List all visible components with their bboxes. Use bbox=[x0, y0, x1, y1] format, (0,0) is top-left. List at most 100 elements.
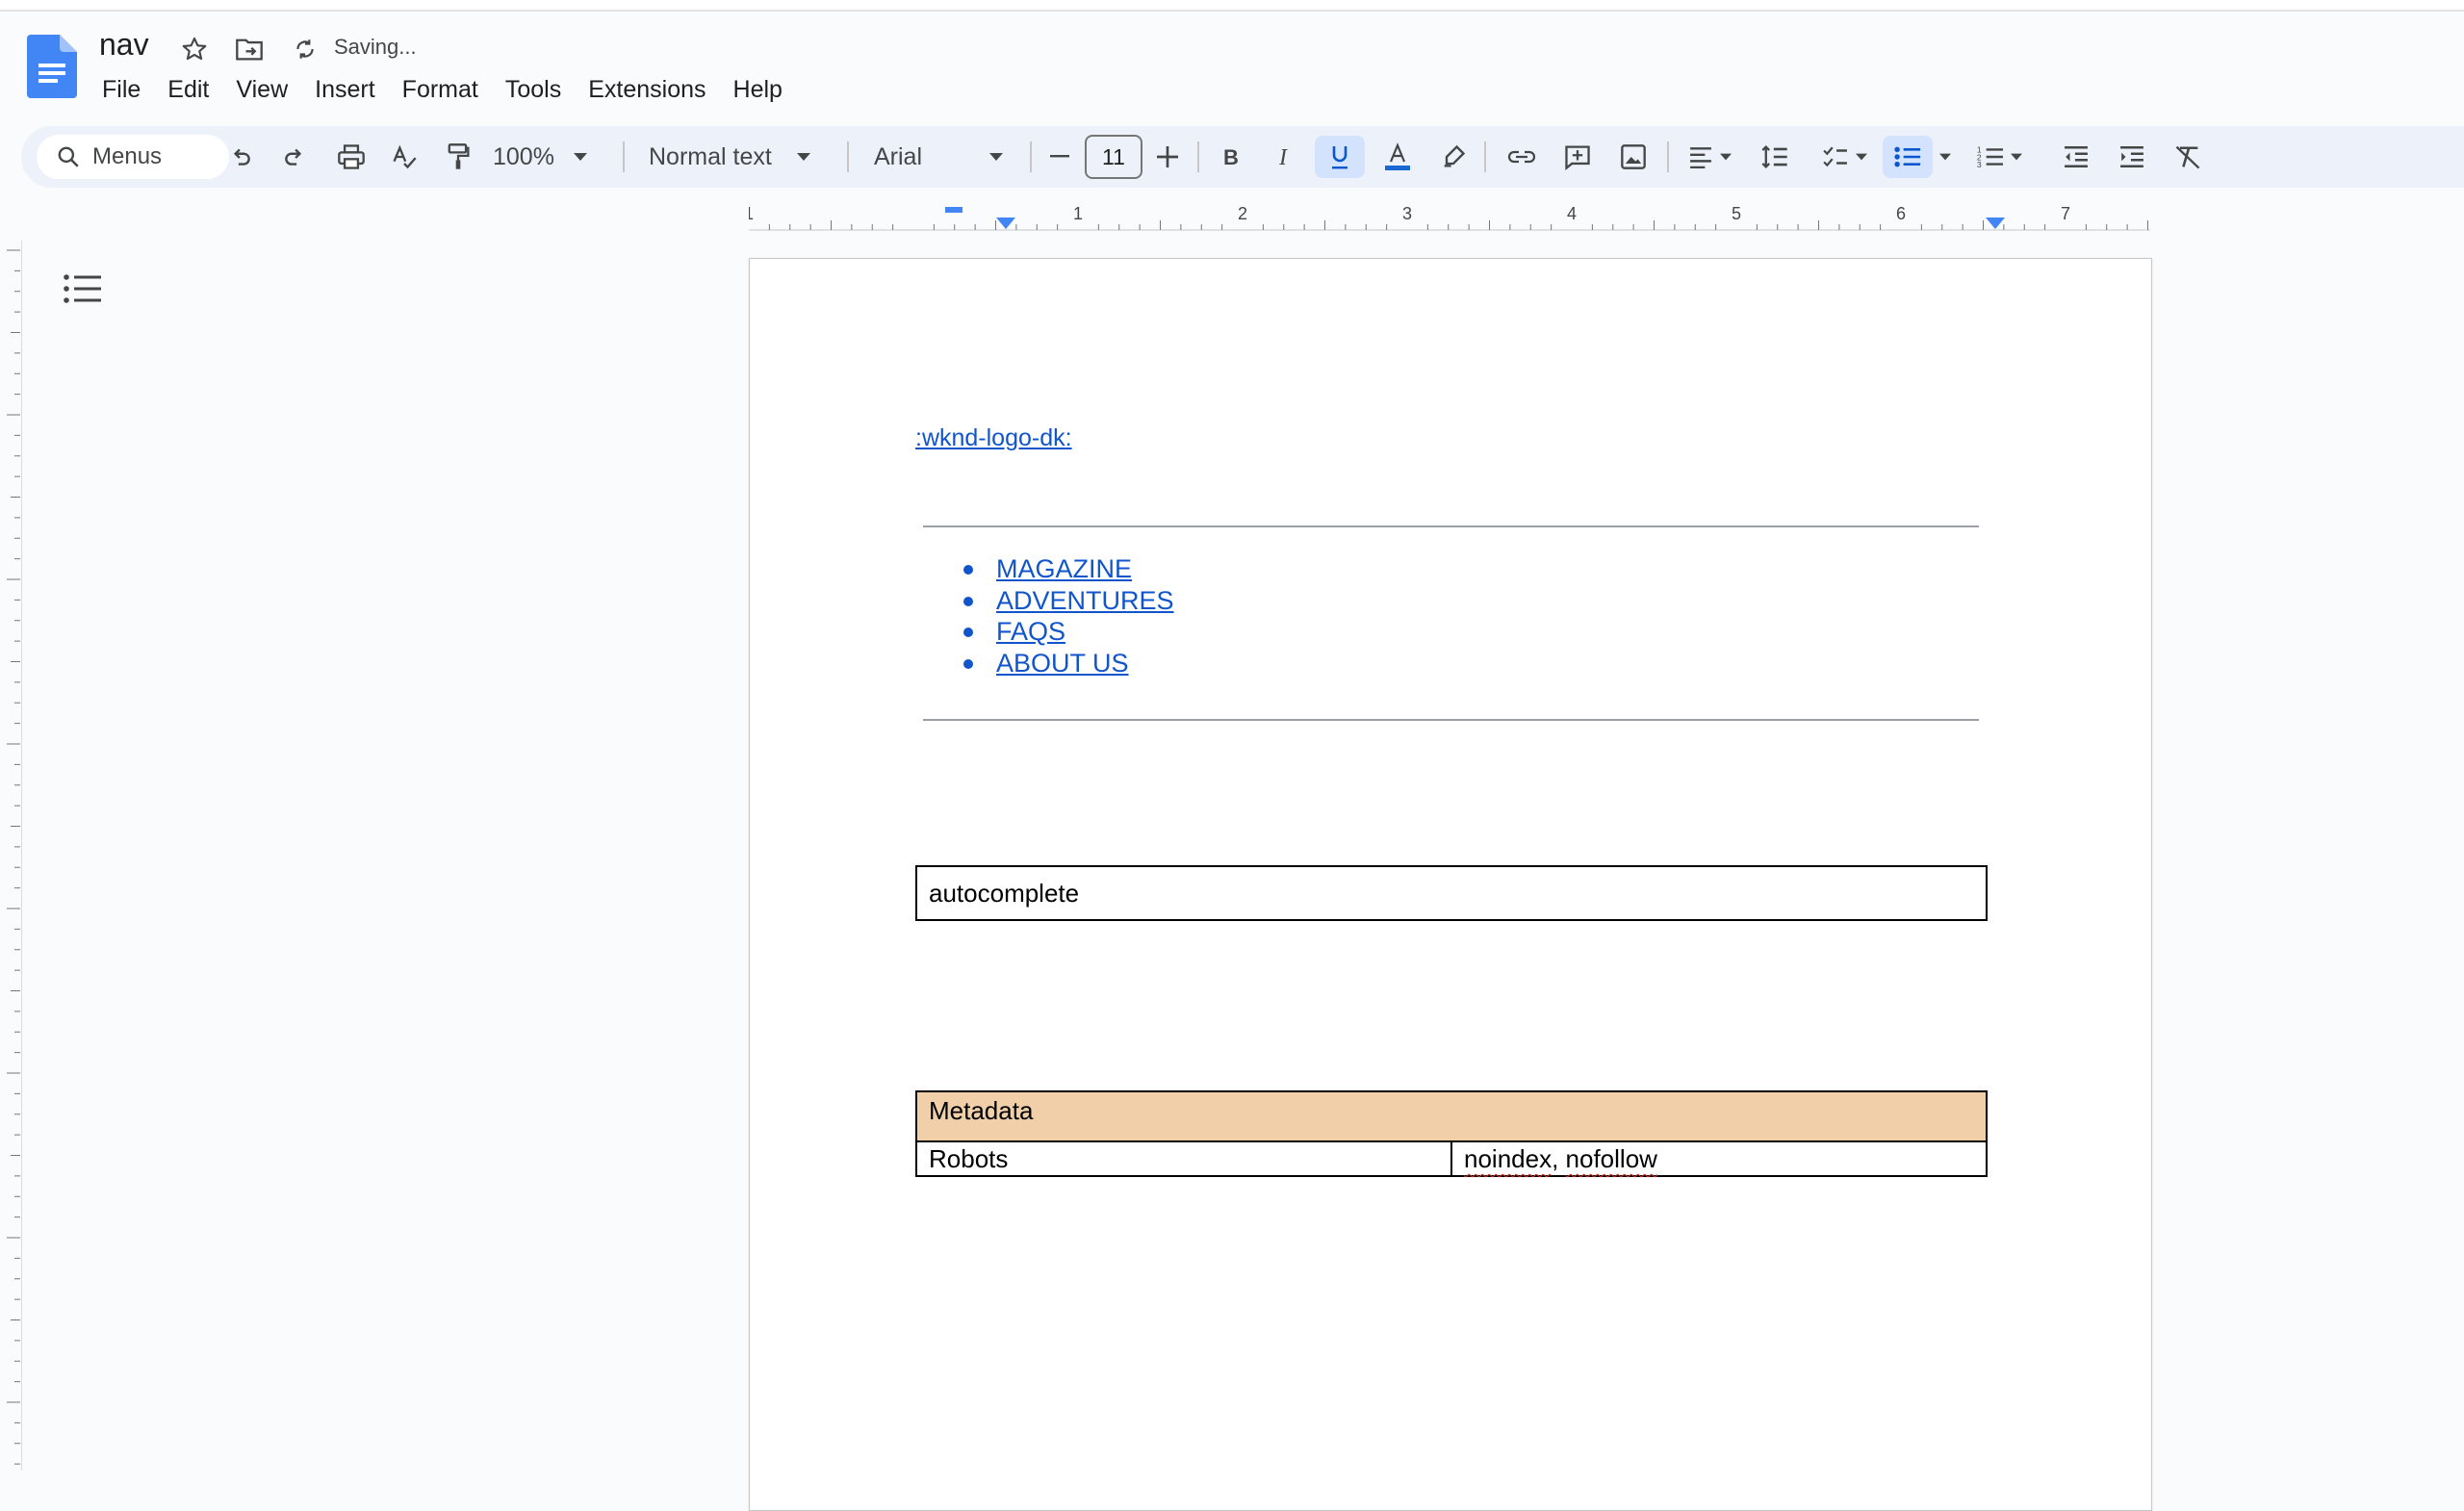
align-select[interactable] bbox=[1679, 136, 1740, 178]
add-comment-button[interactable] bbox=[1557, 136, 1598, 178]
document-title[interactable]: nav bbox=[99, 27, 149, 63]
toolbar: Menus 100% Normal text Arial 11 B I 1 2 … bbox=[21, 126, 2464, 188]
list-item: MAGAZINE bbox=[915, 553, 1174, 585]
spellcheck-icon bbox=[393, 144, 417, 169]
svg-text:B: B bbox=[1223, 145, 1239, 168]
nav-link-magazine[interactable]: MAGAZINE bbox=[996, 554, 1132, 583]
ruler-label: 1 bbox=[1073, 204, 1083, 223]
outline-icon[interactable] bbox=[62, 269, 104, 308]
list-item: ADVENTURES bbox=[915, 585, 1174, 617]
increase-font-size-button[interactable] bbox=[1151, 136, 1184, 178]
paragraph-style-select[interactable]: Normal text bbox=[649, 136, 851, 178]
dropdown-icon bbox=[1939, 153, 1951, 161]
metadata-value-noindex: noindex bbox=[1464, 1144, 1553, 1173]
checklist-select[interactable] bbox=[1813, 136, 1875, 178]
saving-status: Saving... bbox=[334, 35, 417, 59]
menus-search-label: Menus bbox=[92, 143, 163, 169]
bulleted-list-button[interactable] bbox=[1883, 136, 1933, 178]
svg-text:I: I bbox=[1278, 145, 1288, 168]
browser-top-edge bbox=[0, 0, 2464, 12]
horizontal-ruler[interactable]: 1 1 2 3 4 5 6 7 bbox=[749, 202, 2150, 231]
undo-button[interactable] bbox=[221, 136, 260, 178]
decrease-indent-button[interactable] bbox=[2056, 136, 2096, 178]
metadata-table: Metadata Robots noindex, nofollow bbox=[915, 1090, 1988, 1177]
first-line-indent-marker[interactable] bbox=[945, 207, 962, 213]
menu-view[interactable]: View bbox=[222, 73, 301, 106]
toolbar-divider bbox=[1484, 141, 1486, 172]
document-page[interactable]: :wknd-logo-dk: MAGAZINE ADVENTURES FAQS … bbox=[749, 258, 2152, 1511]
paint-format-button[interactable] bbox=[439, 136, 477, 178]
ruler-label: 3 bbox=[1402, 204, 1412, 223]
dropdown-icon bbox=[1856, 153, 1867, 161]
bullet-icon bbox=[963, 627, 973, 637]
decrease-font-size-button[interactable] bbox=[1043, 136, 1076, 178]
insert-link-button[interactable] bbox=[1502, 136, 1542, 178]
highlight-icon bbox=[1444, 144, 1466, 167]
decrease-font-icon bbox=[1050, 155, 1069, 158]
print-button[interactable] bbox=[331, 136, 372, 178]
nav-link-about-us[interactable]: ABOUT US bbox=[996, 649, 1129, 678]
bulleted-list-dropdown[interactable] bbox=[1935, 136, 1956, 178]
italic-button[interactable]: I bbox=[1265, 136, 1305, 178]
metadata-key-cell[interactable]: Robots bbox=[915, 1140, 1452, 1177]
metadata-header-cell[interactable]: Metadata bbox=[915, 1090, 1988, 1142]
redo-button[interactable] bbox=[275, 136, 314, 178]
nav-link-adventures[interactable]: ADVENTURES bbox=[996, 586, 1174, 615]
svg-text:3: 3 bbox=[1977, 160, 1982, 169]
decrease-indent-icon bbox=[2065, 146, 2088, 167]
numbered-list-select[interactable]: 123 bbox=[1967, 136, 2031, 178]
horizontal-rule bbox=[923, 719, 1979, 721]
autocomplete-table: autocomplete bbox=[915, 865, 1988, 921]
undo-icon bbox=[233, 148, 250, 166]
metadata-value-cell[interactable]: noindex, nofollow bbox=[1450, 1140, 1988, 1177]
bold-button[interactable]: B bbox=[1211, 136, 1251, 178]
menus-search[interactable]: Menus bbox=[37, 135, 229, 179]
font-select[interactable]: Arial bbox=[874, 136, 1028, 178]
text-color-button[interactable] bbox=[1374, 136, 1421, 178]
clear-formatting-button[interactable] bbox=[2168, 136, 2208, 178]
vertical-ruler[interactable] bbox=[0, 241, 22, 1471]
menu-edit[interactable]: Edit bbox=[154, 73, 222, 106]
menu-format[interactable]: Format bbox=[389, 73, 492, 106]
menu-file[interactable]: File bbox=[89, 73, 154, 106]
paragraph-style-value: Normal text bbox=[649, 142, 772, 170]
menu-tools[interactable]: Tools bbox=[492, 73, 575, 106]
ruler-label: 4 bbox=[1567, 204, 1577, 223]
move-folder-icon[interactable] bbox=[233, 33, 266, 65]
insert-image-button[interactable] bbox=[1613, 136, 1654, 178]
menu-extensions[interactable]: Extensions bbox=[575, 73, 719, 106]
toolbar-divider bbox=[623, 141, 625, 172]
increase-indent-icon bbox=[2120, 146, 2143, 167]
dropdown-icon bbox=[796, 153, 810, 161]
underline-button[interactable] bbox=[1315, 136, 1365, 178]
print-icon bbox=[338, 144, 365, 169]
font-value: Arial bbox=[874, 142, 923, 170]
increase-font-icon bbox=[1157, 146, 1178, 167]
autocomplete-cell[interactable]: autocomplete bbox=[915, 865, 1988, 921]
horizontal-rule bbox=[923, 525, 1979, 527]
toolbar-divider bbox=[1667, 141, 1669, 172]
menu-insert[interactable]: Insert bbox=[301, 73, 389, 106]
paint-format-icon bbox=[448, 143, 470, 169]
numbered-list-icon: 123 bbox=[1977, 145, 2003, 169]
bullet-icon bbox=[963, 565, 973, 575]
menubar: File Edit View Insert Format Tools Exten… bbox=[89, 73, 796, 106]
line-spacing-button[interactable] bbox=[1754, 136, 1796, 178]
zoom-select[interactable]: 100% bbox=[493, 136, 599, 178]
increase-indent-button[interactable] bbox=[2112, 136, 2152, 178]
nav-link-faqs[interactable]: FAQS bbox=[996, 617, 1065, 646]
font-size-input[interactable]: 11 bbox=[1085, 135, 1142, 179]
ruler-label: 5 bbox=[1732, 204, 1741, 223]
nav-list: MAGAZINE ADVENTURES FAQS ABOUT US bbox=[915, 553, 1174, 679]
star-icon[interactable] bbox=[178, 33, 211, 65]
docs-logo-icon[interactable] bbox=[27, 35, 77, 98]
align-icon bbox=[1690, 147, 1711, 168]
add-comment-icon bbox=[1565, 145, 1590, 170]
logo-link[interactable]: :wknd-logo-dk: bbox=[915, 424, 1072, 452]
menu-help[interactable]: Help bbox=[720, 73, 796, 106]
list-item: FAQS bbox=[915, 616, 1174, 648]
highlight-button[interactable] bbox=[1434, 136, 1473, 178]
spellcheck-button[interactable] bbox=[385, 136, 424, 178]
metadata-value-nofollow: nofollow bbox=[1565, 1144, 1657, 1173]
checklist-icon bbox=[1823, 146, 1847, 167]
